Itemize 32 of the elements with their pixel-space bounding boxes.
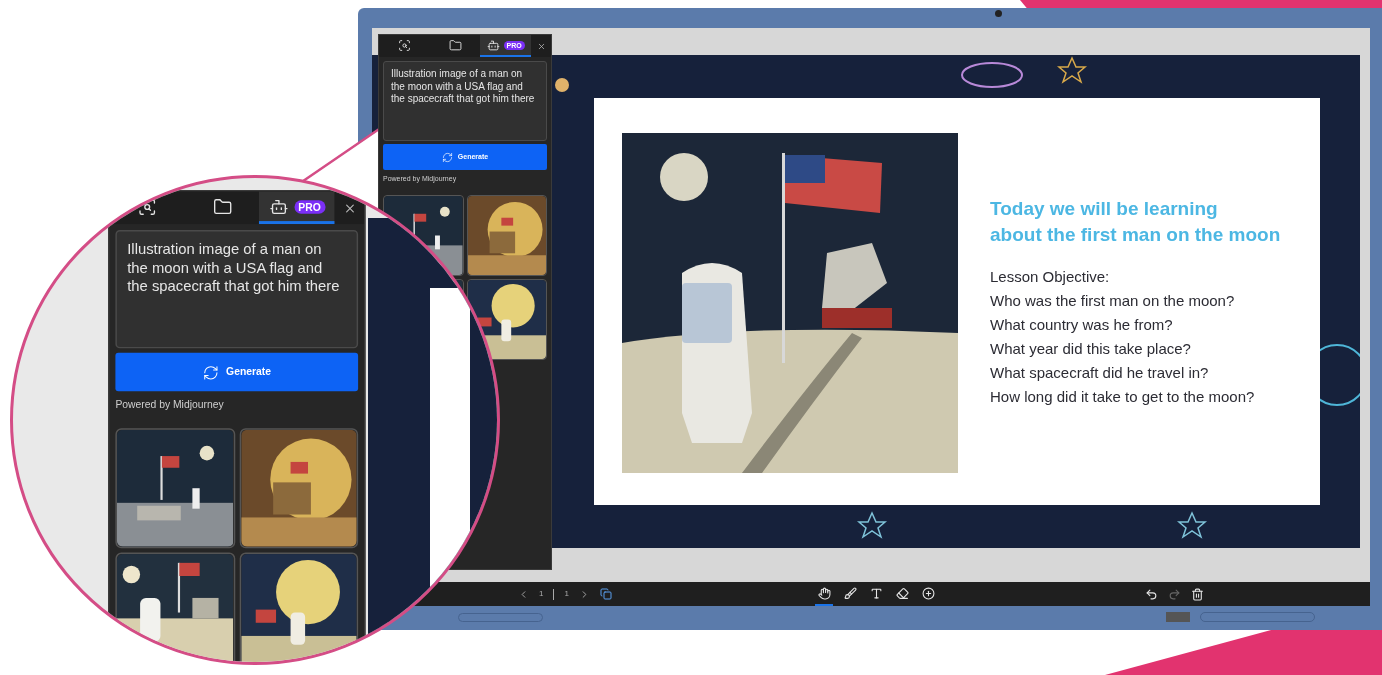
pro-badge: PRO <box>293 199 326 213</box>
plus-circle-icon <box>921 586 935 600</box>
slide-text: What spacecraft did he travel in? <box>990 363 1210 383</box>
prompt-field[interactable]: Illustration image of a man on the moon with a USA flag and the spacecraft that got him there <box>383 61 547 141</box>
slide-text: What country was he from? <box>990 315 1174 335</box>
page-total: 1 <box>564 588 569 600</box>
slide-title: about the first man on the moon <box>990 223 1281 247</box>
robot-icon <box>486 38 500 52</box>
folder-icon <box>448 38 462 52</box>
slide-title: Today we will be learning <box>990 197 1219 221</box>
hand-icon <box>817 586 831 600</box>
panel-tab[interactable]: PRO <box>259 191 335 225</box>
slide-text: Lesson Objective: <box>990 267 1111 287</box>
close-icon <box>536 41 546 51</box>
folder-icon <box>212 196 232 216</box>
prompt-field[interactable]: Illustration image of a man on the moon with a USA flag and the spacecraft that got him there <box>115 229 359 349</box>
image-search-icon <box>397 38 411 52</box>
text-tool-icon <box>869 586 883 600</box>
credit-text: Powered by Midjourney <box>115 397 224 412</box>
bezel-sensor <box>1166 612 1190 622</box>
pages-icon[interactable] <box>599 588 612 600</box>
slide-text: How long did it take to get to the moon? <box>990 387 1256 407</box>
generate-button[interactable]: Generate <box>115 352 359 392</box>
refresh-icon <box>202 363 219 381</box>
brush-icon <box>843 586 857 600</box>
slide-text: What year did this take place? <box>990 339 1192 359</box>
eraser-icon <box>895 586 909 600</box>
refresh-icon <box>441 151 453 163</box>
undo-icon[interactable] <box>1145 587 1158 601</box>
trash-icon[interactable] <box>1191 587 1204 601</box>
slide-text: Who was the first man on the moon? <box>990 291 1236 311</box>
page-number: 1 <box>539 588 544 600</box>
